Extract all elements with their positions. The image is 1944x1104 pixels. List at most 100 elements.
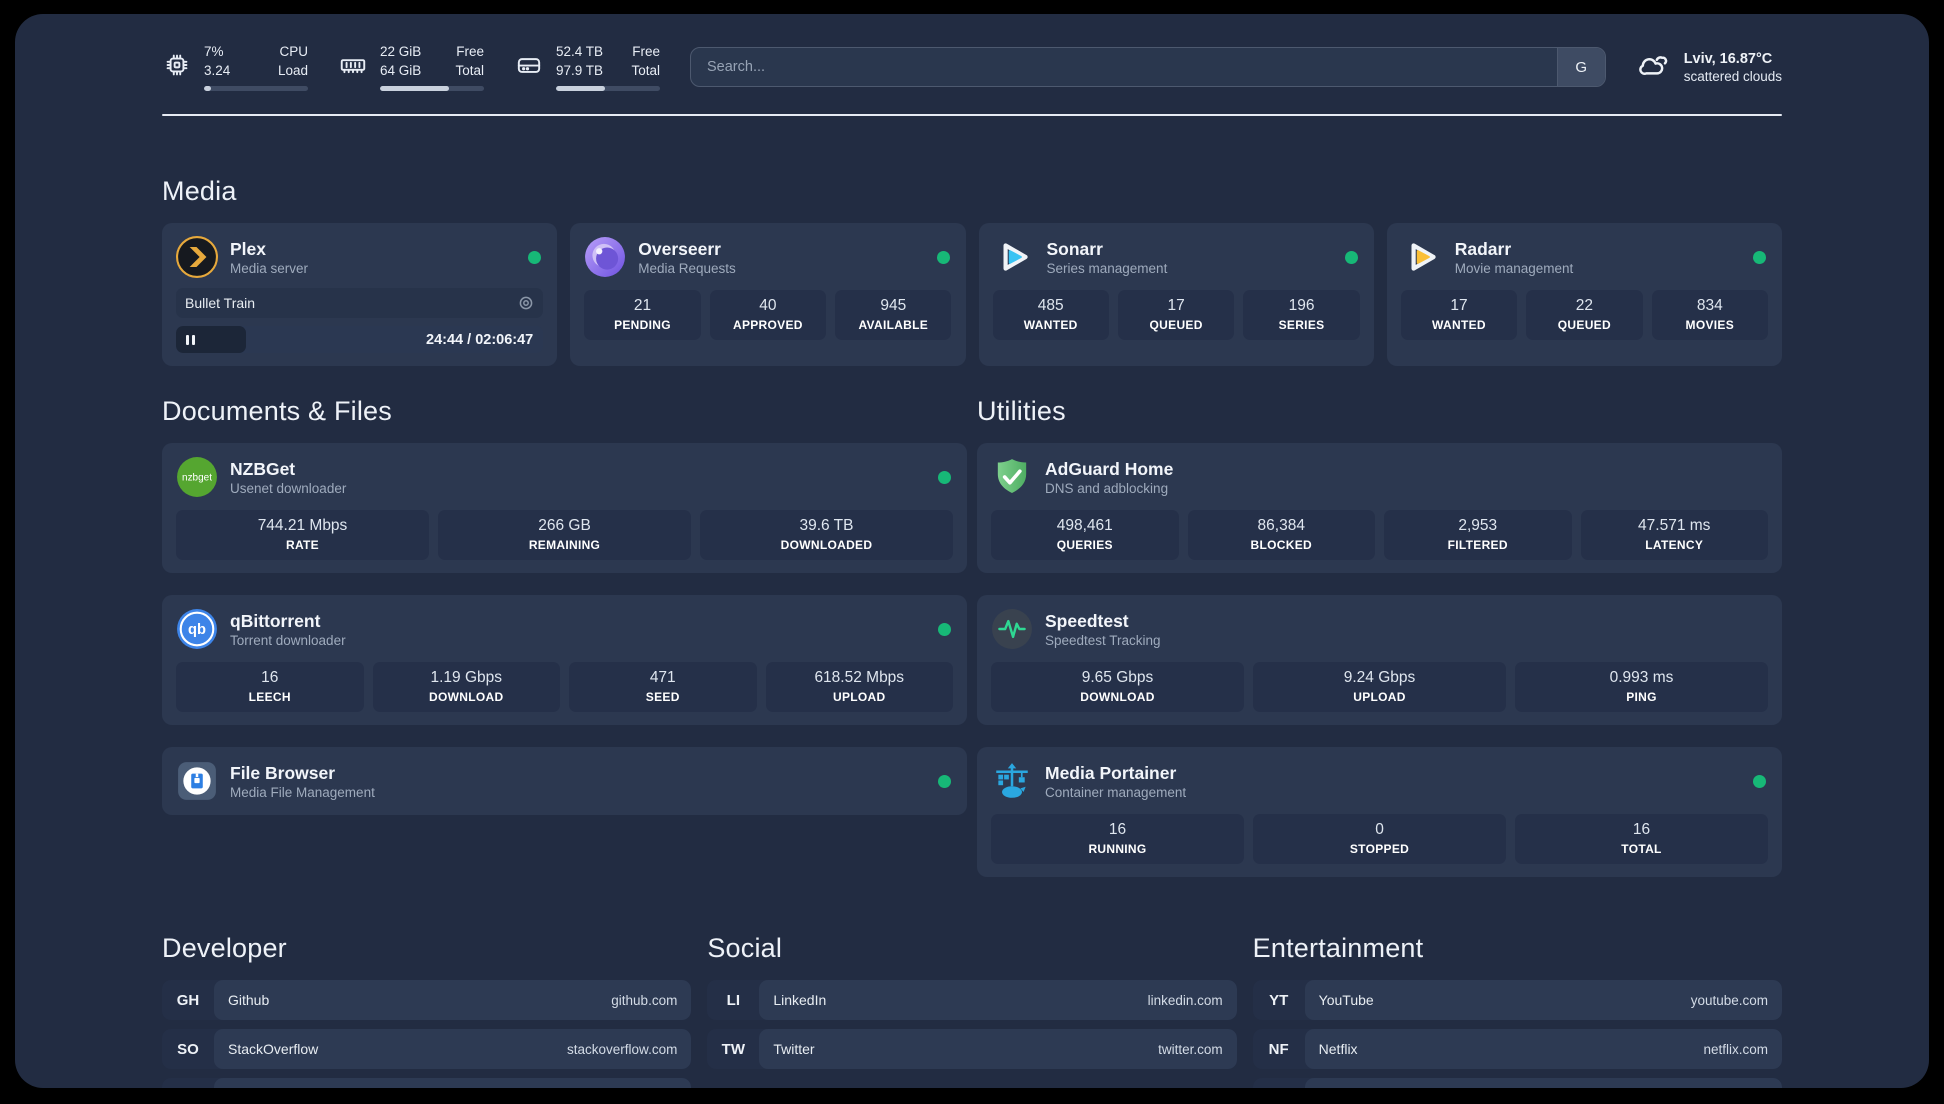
app-card-adguard[interactable]: AdGuard Home DNS and adblocking 498,461 …	[977, 443, 1782, 573]
bookmark-github[interactable]: GH Github github.com	[162, 980, 692, 1020]
filebrowser-icon	[176, 760, 218, 802]
app-card-plex[interactable]: Plex Media server Bullet Train 24:44 / 0…	[162, 223, 558, 366]
bookmark-netflix[interactable]: NF Netflix netflix.com	[1252, 1029, 1782, 1069]
section-title-entertainment: Entertainment	[1252, 933, 1424, 963]
app-title: Radarr	[1454, 238, 1512, 259]
cpu-load-value: 3.24	[204, 62, 231, 78]
dashboard-panel: 7% 3.24 CPU Load 22 GiB 64 GiB Free Tota…	[15, 14, 1929, 1088]
app-subtitle: DNS and adblocking	[1045, 481, 1169, 497]
section-utilities: Utilities AdGuard Home DNS and adblockin…	[977, 396, 1782, 877]
section-media: Media Plex Media server Bullet Train 24:…	[162, 176, 1782, 366]
disk-total-value: 97.9 TB	[556, 62, 604, 78]
status-dot	[936, 251, 950, 264]
disk-free-label: Free	[632, 44, 660, 60]
bookmark-name: Netflix	[1318, 1041, 1358, 1057]
dev-icon: DT	[162, 1078, 214, 1088]
qbittorrent-icon: qb	[176, 608, 218, 650]
app-card-filebrowser[interactable]: File Browser Media File Management	[162, 747, 967, 815]
stat-filtered: 2,953 FILTERED	[1384, 510, 1572, 560]
netflix-icon: NF	[1268, 1040, 1289, 1058]
status-dot	[938, 471, 951, 484]
disk-icon	[514, 50, 544, 85]
bookmark-name: StackOverflow	[228, 1041, 319, 1057]
cpu-usage-value: 7%	[204, 44, 224, 60]
weather-location-temp: Lviv, 16.87°C	[1683, 50, 1773, 67]
app-card-speedtest[interactable]: Speedtest Speedtest Tracking 9.65 Gbps D…	[977, 595, 1782, 725]
memory-icon	[338, 50, 368, 85]
plex-icon	[176, 236, 218, 278]
app-subtitle: Series management	[1046, 261, 1168, 277]
svg-text:qb: qb	[188, 622, 206, 638]
app-subtitle: Speedtest Tracking	[1045, 633, 1161, 649]
bookmark-url: linkedin.com	[1147, 992, 1223, 1008]
app-card-overseerr[interactable]: Overseerr Media Requests 21 PENDING 40 A…	[570, 223, 966, 366]
app-card-nzbget[interactable]: nzbget NZBGet Usenet downloader 744.21 M…	[162, 443, 967, 573]
app-subtitle: Container management	[1045, 785, 1187, 801]
search-engine-button[interactable]: G	[1556, 48, 1605, 86]
memory-total-value: 64 GiB	[380, 62, 422, 78]
portainer-icon	[991, 760, 1033, 802]
disk-total-label: Total	[631, 62, 660, 78]
speedtest-icon	[991, 608, 1033, 650]
stat-leech: 16 LEECH	[176, 662, 364, 712]
bookmark-dev[interactable]: DT DEV dev.to	[162, 1078, 692, 1088]
memory-progress-fill	[380, 85, 449, 91]
app-subtitle: Usenet downloader	[230, 481, 347, 497]
section-social: Social LI LinkedIn linkedin.com TW Twitt…	[707, 933, 1237, 1088]
cpu-usage-label: CPU	[279, 44, 308, 60]
app-subtitle: Torrent downloader	[230, 633, 346, 649]
app-title: Sonarr	[1046, 238, 1103, 259]
section-documents-files: Documents & Files nzbget NZBGet Usenet d…	[162, 396, 967, 815]
disk-free-value: 52.4 TB	[556, 44, 604, 60]
bookmark-stackoverflow[interactable]: SO StackOverflow stackoverflow.com	[162, 1029, 692, 1069]
bookmark-name: Github	[228, 992, 270, 1008]
section-title-documents: Documents & Files	[162, 396, 392, 426]
overseerr-icon	[584, 236, 626, 278]
radarr-icon	[1401, 236, 1443, 278]
memory-stat: 22 GiB 64 GiB Free Total	[338, 43, 484, 91]
section-developer: Developer GH Github github.com SO StackO…	[162, 933, 692, 1088]
stat-pending: 21 PENDING	[584, 290, 701, 340]
app-title: Plex	[230, 238, 266, 259]
status-dot	[938, 775, 951, 788]
header-divider	[162, 114, 1782, 116]
app-card-portainer[interactable]: Media Portainer Container management 16 …	[977, 747, 1782, 877]
cpu-progress-fill	[204, 85, 212, 91]
stat-upload: 9.24 Gbps UPLOAD	[1253, 662, 1506, 712]
stat-queued: 17 QUEUED	[1117, 290, 1235, 340]
bookmark-reddit[interactable]: RE Reddit reddit.com	[1252, 1078, 1782, 1088]
section-title-social: Social	[707, 933, 783, 963]
stat-remaining: 266 GB REMAINING	[438, 510, 691, 560]
cpu-load-label: Load	[277, 62, 308, 78]
twitter-icon: TW	[721, 1040, 745, 1058]
top-bar: 7% 3.24 CPU Load 22 GiB 64 GiB Free Tota…	[162, 38, 1782, 96]
app-card-radarr[interactable]: Radarr Movie management 17 WANTED 22 QUE…	[1386, 223, 1782, 366]
bookmark-youtube[interactable]: YT YouTube youtube.com	[1252, 980, 1782, 1020]
bookmark-linkedin[interactable]: LI LinkedIn linkedin.com	[707, 980, 1237, 1020]
stat-queued: 22 QUEUED	[1526, 290, 1643, 340]
stat-movies: 834 MOVIES	[1651, 290, 1768, 340]
stat-approved: 40 APPROVED	[709, 290, 827, 340]
app-title: Media Portainer	[1045, 762, 1177, 783]
disk-progress-fill	[556, 85, 605, 91]
now-playing-settings-icon[interactable]	[518, 295, 534, 311]
bookmark-url: github.com	[611, 992, 678, 1008]
svg-text:nzbget: nzbget	[182, 473, 212, 484]
search-input[interactable]	[691, 48, 1557, 86]
app-card-qbittorrent[interactable]: qb qBittorrent Torrent downloader 16 LEE…	[162, 595, 967, 725]
stat-blocked: 86,384 BLOCKED	[1187, 510, 1375, 560]
weather-widget: Lviv, 16.87°C scattered clouds	[1636, 47, 1782, 88]
app-title: File Browser	[230, 762, 336, 783]
memory-total-label: Total	[455, 62, 484, 78]
app-subtitle: Media server	[230, 261, 309, 277]
status-dot	[1344, 251, 1358, 264]
adguard-icon	[991, 456, 1033, 498]
scattered-clouds-icon	[1636, 47, 1672, 88]
app-card-sonarr[interactable]: Sonarr Series management 485 WANTED 17 Q…	[978, 223, 1374, 366]
hardware-stats: 7% 3.24 CPU Load 22 GiB 64 GiB Free Tota…	[162, 43, 660, 91]
playback-progress-bar[interactable]: 24:44 / 02:06:47	[176, 326, 544, 353]
bookmark-twitter[interactable]: TW Twitter twitter.com	[707, 1029, 1237, 1069]
pause-icon[interactable]	[186, 334, 195, 345]
section-entertainment: Entertainment YT YouTube youtube.com NF …	[1252, 933, 1782, 1088]
bookmark-url: netflix.com	[1703, 1041, 1768, 1057]
